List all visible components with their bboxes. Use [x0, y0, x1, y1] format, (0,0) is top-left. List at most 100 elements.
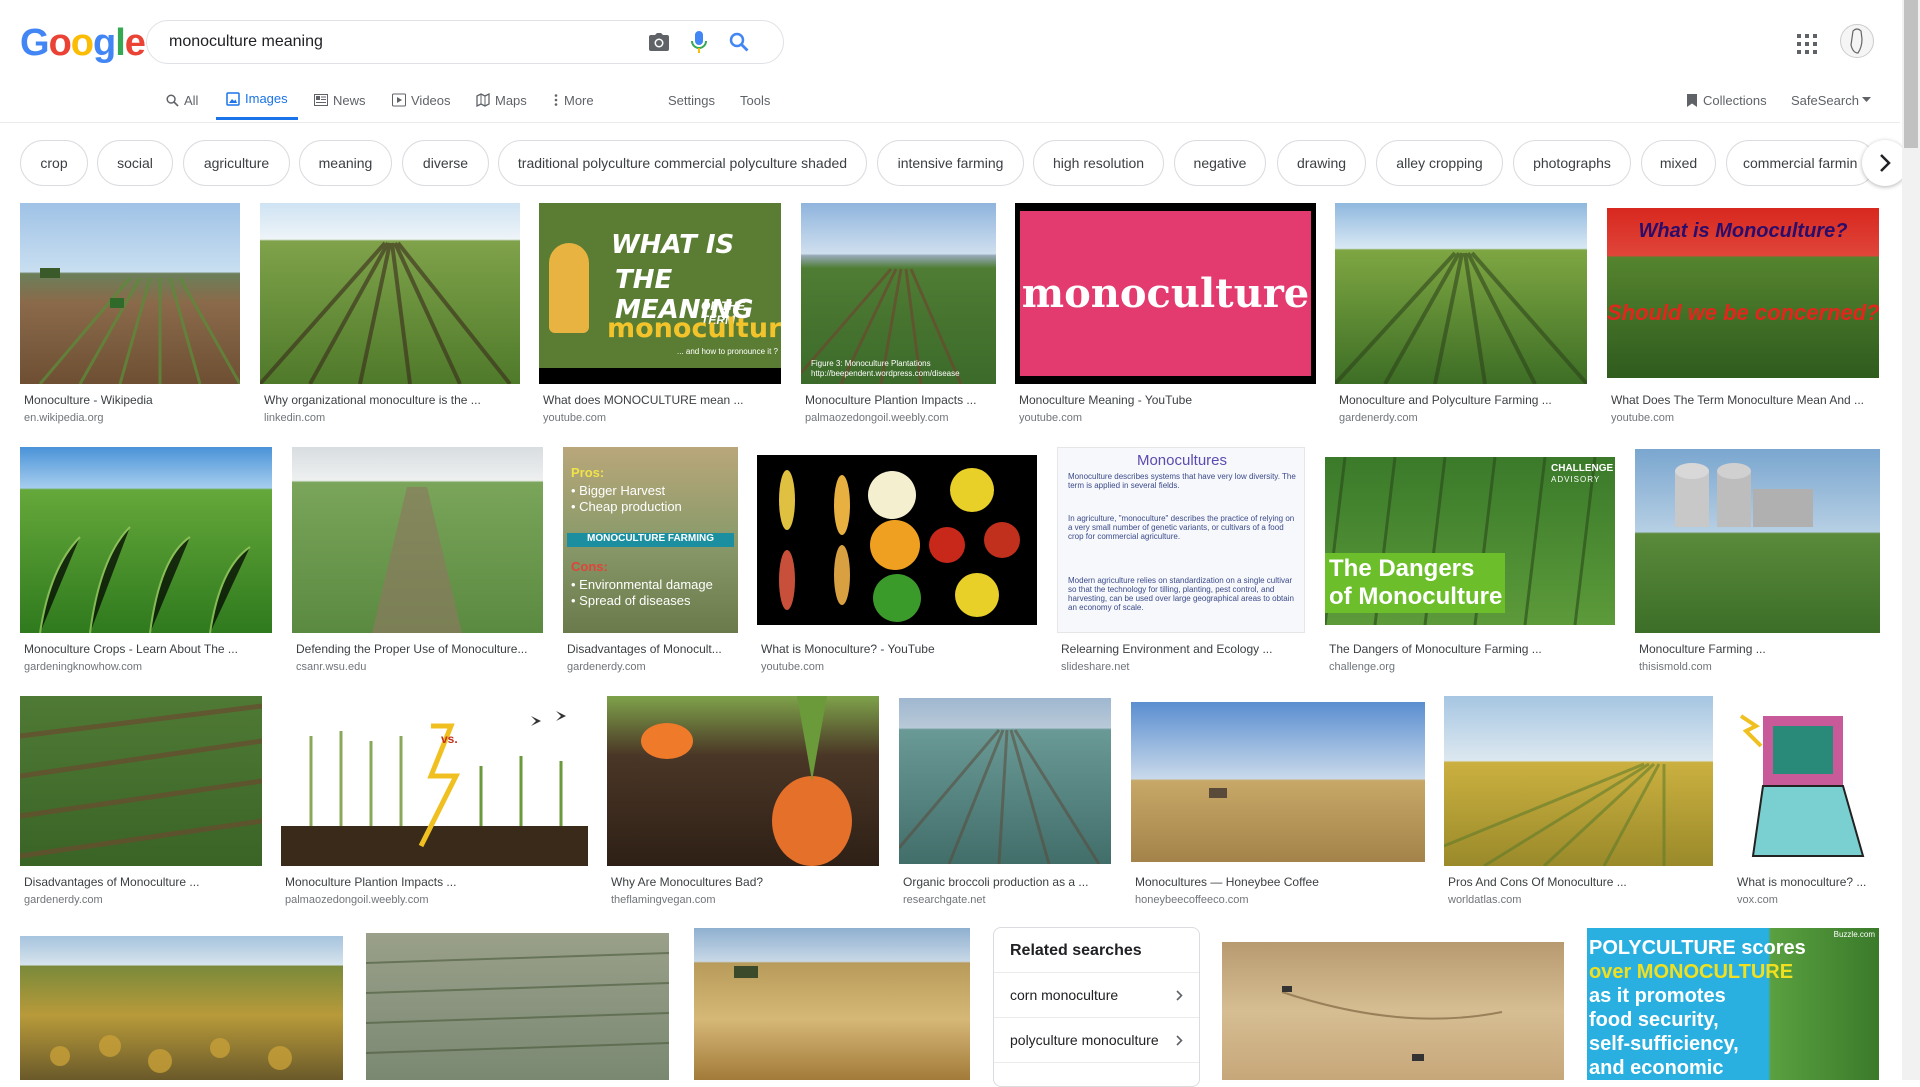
image-result[interactable]: Monoculture and Polyculture Farming ... …	[1335, 203, 1587, 428]
chip-drawing[interactable]: drawing	[1277, 140, 1366, 186]
related-search-item[interactable]: polyculture monoculture	[994, 1017, 1199, 1062]
image-result[interactable]: The Dangers of Monoculture CHALLENGE ADV…	[1325, 447, 1615, 677]
result-source: worldatlas.com	[1448, 894, 1522, 906]
chip-high-resolution[interactable]: high resolution	[1033, 140, 1164, 186]
thumbnail-text: • Environmental damage	[571, 577, 713, 592]
result-source: youtube.com	[1611, 412, 1674, 424]
result-thumbnail: Pros: • Bigger Harvest • Cheap productio…	[563, 447, 738, 633]
thumbnail-text: CHALLENGE	[1551, 463, 1614, 474]
tab-videos[interactable]: Videos	[392, 80, 451, 120]
result-title: What does MONOCULTURE mean ...	[543, 393, 744, 407]
image-result[interactable]: WHAT IS THE MEANING OF THE TERM monocult…	[539, 203, 781, 428]
image-result[interactable]	[366, 928, 669, 1080]
chip-agriculture[interactable]: agriculture	[183, 140, 290, 186]
search-input[interactable]	[167, 32, 631, 52]
tab-more[interactable]: More	[553, 80, 594, 120]
result-source: challenge.org	[1329, 661, 1396, 673]
image-result[interactable]	[694, 928, 970, 1080]
chip-social[interactable]: social	[97, 140, 173, 186]
image-result[interactable]: Why Are Monocultures Bad? theflamingvega…	[607, 696, 879, 906]
result-thumbnail: WHAT IS THE MEANING OF THE TERM monocult…	[539, 203, 781, 384]
image-result[interactable]: Pros: • Bigger Harvest • Cheap productio…	[563, 447, 738, 677]
image-result[interactable]	[1222, 928, 1564, 1080]
result-source: gardenerdy.com	[567, 661, 646, 673]
account-avatar[interactable]	[1840, 24, 1874, 58]
image-result[interactable]: Why organizational monoculture is the ..…	[260, 203, 520, 428]
logo-letter: o	[48, 22, 72, 64]
collections-link[interactable]: Collections	[1686, 80, 1767, 120]
result-source: gardenerdy.com	[24, 894, 103, 906]
result-source: thisismold.com	[1639, 661, 1712, 673]
image-result[interactable]: Pros And Cons Of Monoculture ... worldat…	[1444, 696, 1713, 906]
image-result[interactable]: Figure 3: Monoculture Plantations http:/…	[801, 203, 996, 428]
related-search-item[interactable]: corn monoculture	[994, 972, 1199, 1017]
image-result[interactable]: POLYCULTURE scores over MONOCULTURE as i…	[1587, 928, 1879, 1080]
google-logo[interactable]: Google	[20, 22, 146, 64]
result-thumbnail	[20, 447, 272, 633]
tab-all-label: All	[184, 92, 199, 108]
image-result[interactable]: vs. Monoculture Plantion Impacts ... pal…	[281, 696, 588, 906]
result-title: Monoculture Plantion Impacts ...	[805, 393, 977, 407]
tab-news[interactable]: News	[314, 80, 366, 120]
tools-link[interactable]: Tools	[740, 80, 770, 120]
search-icon[interactable]	[727, 30, 751, 54]
result-thumbnail: Monocultures Monoculture describes syste…	[1057, 447, 1305, 633]
tab-videos-label: Videos	[411, 92, 451, 108]
result-title: Why organizational monoculture is the ..…	[264, 393, 481, 407]
search-tabs: All Images News Videos Maps More Setting…	[0, 80, 1900, 122]
result-source: en.wikipedia.org	[24, 412, 104, 424]
image-result[interactable]: Monoculture - Wikipedia en.wikipedia.org	[20, 203, 240, 428]
image-result[interactable]	[20, 928, 343, 1080]
related-searches-panel: Related searches corn monoculture polycu…	[993, 927, 1200, 1087]
related-search-item[interactable]	[994, 1062, 1199, 1086]
settings-link[interactable]: Settings	[668, 80, 715, 120]
tab-images[interactable]: Images	[216, 80, 298, 120]
thumbnail-text: The Dangers	[1329, 555, 1475, 582]
image-result[interactable]: What is monoculture? ... vox.com	[1733, 696, 1881, 906]
logo-letter: o	[70, 22, 94, 64]
image-result[interactable]: Monoculture Crops - Learn About The ... …	[20, 447, 272, 677]
safesearch-dropdown[interactable]: SafeSearch	[1791, 80, 1876, 120]
logo-letter: l	[115, 22, 126, 64]
chip-photographs[interactable]: photographs	[1513, 140, 1631, 186]
tab-all[interactable]: All	[166, 80, 198, 120]
chip-crop[interactable]: crop	[20, 140, 88, 186]
settings-label: Settings	[668, 92, 715, 108]
result-thumbnail	[1335, 203, 1587, 384]
chip-meaning[interactable]: meaning	[299, 140, 392, 186]
image-result[interactable]: monoculture Monoculture Meaning - YouTub…	[1015, 203, 1316, 428]
search-box	[146, 20, 784, 64]
result-thumbnail: POLYCULTURE scores over MONOCULTURE as i…	[1587, 928, 1879, 1080]
image-result[interactable]: Monocultures Monoculture describes syste…	[1057, 447, 1305, 677]
image-result[interactable]: Monocultures — Honeybee Coffee honeybeec…	[1131, 696, 1425, 906]
thumbnail-text: • Bigger Harvest	[571, 483, 666, 498]
image-result[interactable]: What is Monoculture? Should we be concer…	[1607, 203, 1879, 428]
microphone-icon[interactable]	[687, 30, 711, 54]
image-result[interactable]: What is Monoculture? - YouTube youtube.c…	[757, 447, 1037, 677]
result-source: youtube.com	[543, 412, 606, 424]
scrollbar-thumb[interactable]	[1904, 0, 1918, 148]
result-title: The Dangers of Monoculture Farming ...	[1329, 642, 1542, 656]
image-result[interactable]: Defending the Proper Use of Monoculture.…	[292, 447, 543, 677]
chip-diverse[interactable]: diverse	[402, 140, 489, 186]
chip-commercial-farming[interactable]: commercial farmin	[1726, 140, 1876, 186]
chip-alley-cropping[interactable]: alley cropping	[1376, 140, 1503, 186]
result-thumbnail	[20, 203, 240, 384]
chip-intensive-farming[interactable]: intensive farming	[877, 140, 1024, 186]
image-result[interactable]: Disadvantages of Monoculture ... gardene…	[20, 696, 262, 906]
image-result[interactable]: Monoculture Farming ... thisismold.com	[1635, 447, 1880, 677]
result-title: Organic broccoli production as a ...	[903, 875, 1089, 889]
related-search-label: polyculture monoculture	[1010, 1032, 1159, 1048]
result-source: youtube.com	[1019, 412, 1082, 424]
apps-grid-icon[interactable]	[1795, 32, 1819, 56]
result-title: Defending the Proper Use of Monoculture.…	[296, 642, 528, 656]
camera-icon[interactable]	[647, 30, 671, 54]
thumbnail-text: Cons:	[571, 559, 608, 574]
image-result[interactable]: Organic broccoli production as a ... res…	[899, 696, 1111, 906]
chip-traditional-polyculture[interactable]: traditional polyculture commercial polyc…	[498, 140, 867, 186]
thumbnail-caption: http://beependent.wordpress.com/disease	[811, 369, 960, 378]
chip-negative[interactable]: negative	[1174, 140, 1266, 186]
tab-maps[interactable]: Maps	[476, 80, 527, 120]
chip-mixed[interactable]: mixed	[1641, 140, 1716, 186]
page-scrollbar[interactable]	[1902, 0, 1920, 1080]
